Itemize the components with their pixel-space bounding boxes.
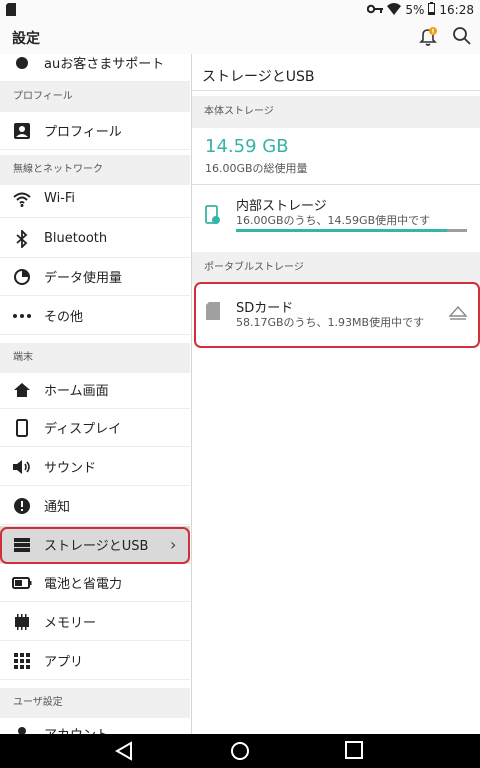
settings-item-label: アプリ [44, 655, 84, 670]
settings-item-label: メモリー [44, 616, 97, 631]
back-icon[interactable] [114, 741, 133, 765]
search-icon[interactable] [452, 26, 472, 50]
settings-item-battery[interactable]: 電池と省電力 [0, 564, 190, 602]
divider [192, 90, 480, 91]
display-icon [0, 418, 44, 437]
settings-list[interactable]: auお客さまサポート プロフィール プロフィール 無線とネットワーク Wi-Fi… [0, 54, 190, 734]
clock: 16:28 [439, 3, 474, 17]
highlight-frame-storage [0, 527, 190, 564]
storage-detail-pane: ストレージとUSB 本体ストレージ 14.59 GB 16.00GBの総使用量 … [191, 54, 480, 734]
page-title: 設定 [12, 31, 40, 47]
settings-item-account[interactable]: アカウント [0, 715, 190, 734]
home-icon [0, 382, 44, 398]
settings-item-label: その他 [44, 310, 84, 325]
bluetooth-icon [0, 229, 44, 248]
settings-item-label: データ使用量 [44, 271, 123, 286]
settings-item-memory[interactable]: メモリー [0, 603, 190, 641]
battery-icon [0, 576, 44, 589]
recents-square-icon[interactable] [345, 741, 363, 763]
divider [192, 184, 480, 185]
section-header-portable-storage: ポータブルストレージ [192, 252, 480, 284]
settings-item-label: Wi-Fi [44, 191, 76, 206]
speaker-icon [0, 459, 44, 475]
support-icon [0, 55, 44, 71]
settings-item-label: プロフィール [44, 125, 122, 140]
section-header-device: 端末 [0, 343, 190, 373]
data-usage-icon [0, 268, 44, 286]
settings-item-data-usage[interactable]: データ使用量 [0, 258, 190, 296]
app-bar: 設定 [0, 20, 480, 54]
settings-item-label: Bluetooth [44, 231, 108, 246]
settings-item-profile[interactable]: プロフィール [0, 112, 190, 150]
key-icon [367, 3, 384, 17]
sd-card-summary: 58.17GBのうち、1.93MB使用中です [236, 316, 425, 329]
profile-icon [0, 122, 44, 140]
pane-title: ストレージとUSB [202, 69, 315, 85]
wifi-icon [0, 191, 44, 207]
settings-item-label: 通知 [44, 500, 71, 515]
progress-fill [236, 229, 447, 232]
internal-storage-progress [236, 229, 467, 232]
status-bar: 5% 16:28 [0, 0, 480, 20]
settings-item-label: サウンド [44, 461, 97, 476]
settings-item-other[interactable]: その他 [0, 297, 190, 335]
section-header-user-settings: ユーザ設定 [0, 688, 190, 718]
settings-item-au-support[interactable]: auお客さまサポート [0, 54, 190, 82]
home-circle-icon[interactable] [230, 741, 250, 765]
phone-storage-icon [205, 205, 221, 229]
memory-chip-icon [0, 613, 44, 630]
used-total-caption: 16.00GBの総使用量 [205, 162, 308, 175]
navigation-bar [0, 734, 480, 768]
eject-icon[interactable] [448, 305, 468, 325]
settings-item-label: ホーム画面 [44, 384, 109, 399]
section-header-profile: プロフィール [0, 82, 190, 112]
sd-card-status-icon [6, 3, 16, 19]
apps-grid-icon [0, 652, 44, 669]
battery-percent: 5% [405, 3, 425, 17]
settings-item-notifications[interactable]: 通知 [0, 487, 190, 525]
more-dots-icon [0, 313, 44, 318]
section-header-internal-storage: 本体ストレージ [192, 96, 480, 128]
wifi-icon [387, 2, 402, 18]
account-icon [0, 725, 44, 734]
settings-item-label: ディスプレイ [44, 422, 122, 437]
settings-item-wifi[interactable]: Wi-Fi [0, 180, 190, 218]
sd-card-icon [206, 302, 220, 324]
settings-item-display[interactable]: ディスプレイ [0, 409, 190, 447]
used-total-value: 14.59 GB [205, 136, 289, 157]
settings-item-label: アカウント [44, 724, 190, 734]
settings-item-apps[interactable]: アプリ [0, 642, 190, 680]
settings-item-label: auお客さまサポート [44, 57, 165, 72]
settings-item-label: 電池と省電力 [44, 577, 123, 592]
battery-icon [428, 2, 436, 18]
settings-item-bluetooth[interactable]: Bluetooth [0, 220, 190, 258]
internal-storage-summary: 16.00GBのうち、14.59GB使用中です [236, 214, 431, 227]
settings-item-home-screen[interactable]: ホーム画面 [0, 371, 190, 409]
alert-icon [0, 497, 44, 515]
settings-item-sound[interactable]: サウンド [0, 448, 190, 486]
notification-bell-icon[interactable] [416, 25, 440, 53]
